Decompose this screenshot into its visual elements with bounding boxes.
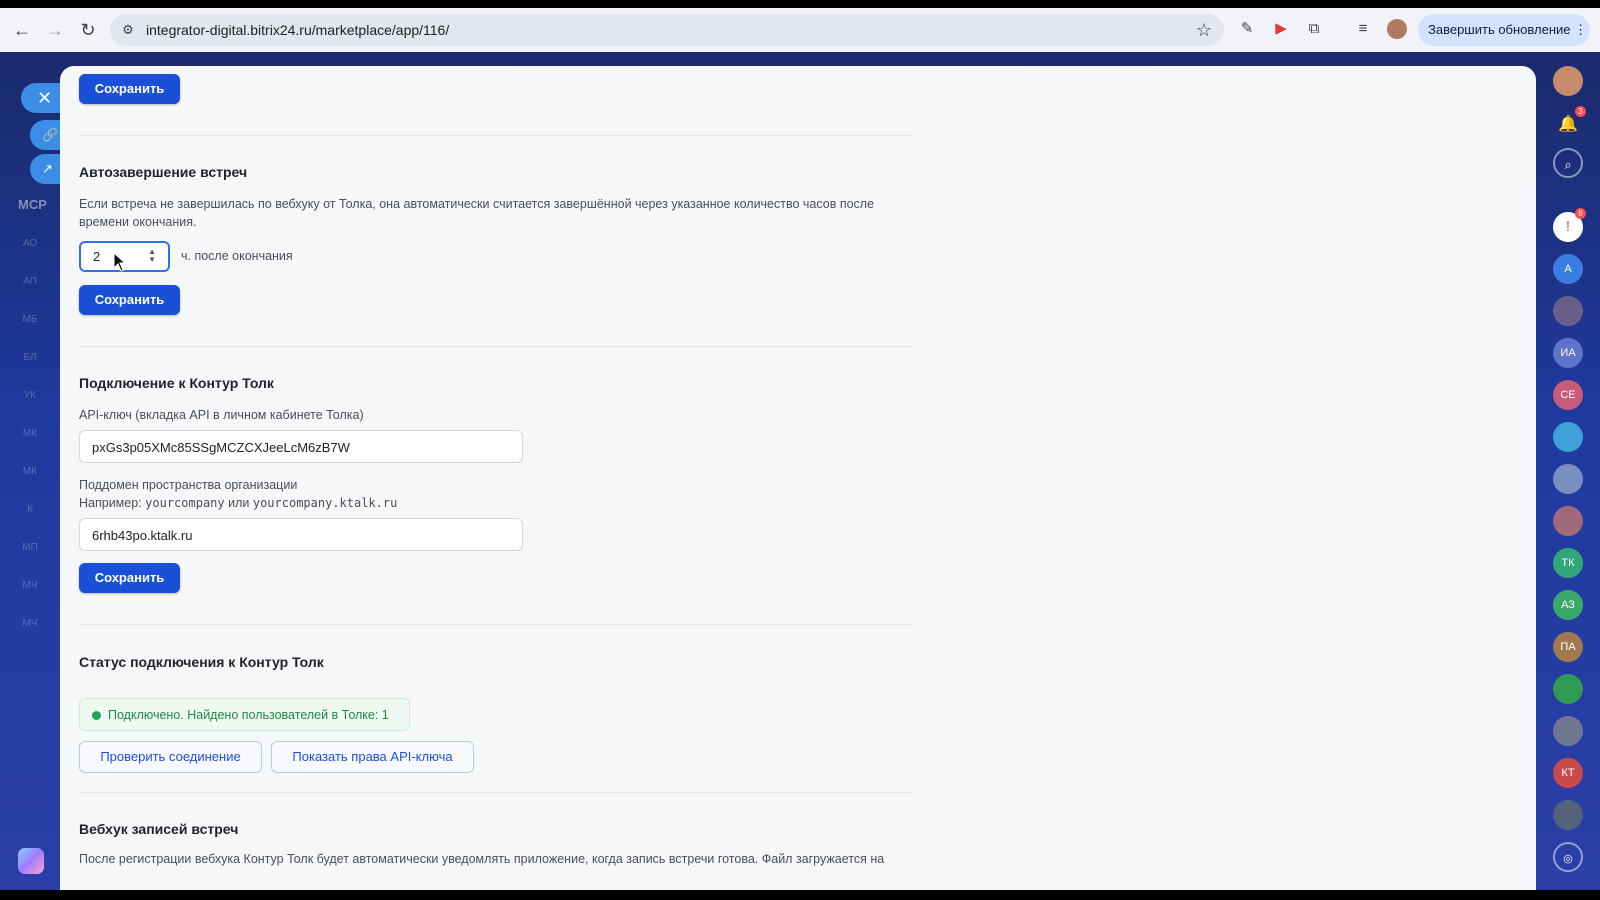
section-title-connection: Подключение к Контур Толк [79, 375, 274, 391]
chat-avatar[interactable]: ИА [1553, 338, 1583, 368]
rail-faded-label: БЛ [23, 352, 37, 363]
rail-faded-label: АО [22, 238, 38, 249]
rail-faded-label: МБ [22, 314, 38, 325]
video-call-icon[interactable] [1553, 674, 1583, 704]
rail-faded-label: К [27, 504, 33, 515]
chat-avatar[interactable] [1553, 506, 1583, 536]
stepper-arrows-icon[interactable]: ▲ ▼ [148, 248, 156, 264]
rail-faded-label: МП [22, 542, 38, 553]
example-value-2: yourcompany.ktalk.ru [252, 496, 398, 510]
right-sidebar: 🔔 3 ⌕ ! 8 А ИА СЕ ТК АЗ ПА КТ ◎ [1536, 52, 1600, 890]
chat-avatar[interactable]: ПА [1553, 632, 1583, 662]
user-avatar[interactable] [1553, 66, 1583, 96]
rail-faded-label: МЧ [22, 580, 38, 591]
chat-avatar[interactable]: КТ [1553, 758, 1583, 788]
chat-avatar[interactable]: ТК [1553, 548, 1583, 578]
chat-avatar[interactable]: А [1553, 254, 1583, 284]
counter-badge: 8 [1575, 208, 1586, 219]
hours-value: 2 [93, 249, 101, 264]
save-button[interactable]: Сохранить [79, 74, 180, 104]
chat-avatar[interactable] [1553, 464, 1583, 494]
site-settings-icon[interactable]: ⚙ [120, 22, 136, 38]
status-dot-icon [92, 711, 101, 720]
api-key-input[interactable]: pxGs3p05XMc85SSgMCZCXJeeLcM6zB7W [79, 430, 523, 463]
chat-avatar[interactable] [1553, 800, 1583, 830]
rail-faded-label: УК [23, 390, 37, 401]
webhook-description: После регистрации вебхука Контур Толк бу… [79, 852, 885, 866]
save-button[interactable]: Сохранить [79, 563, 180, 593]
chat-avatar[interactable] [1553, 716, 1583, 746]
divider [79, 346, 913, 347]
chat-avatar[interactable]: АЗ [1553, 590, 1583, 620]
save-button[interactable]: Сохранить [79, 285, 180, 315]
section-title-status: Статус подключения к Контур Толк [79, 654, 324, 670]
rail-faded-label: АП [23, 276, 37, 287]
chat-avatar[interactable]: СЕ [1553, 380, 1583, 410]
counter-icon[interactable]: ! 8 [1553, 208, 1586, 242]
chat-avatar[interactable] [1553, 422, 1583, 452]
check-connection-button[interactable]: Проверить соединение [79, 741, 262, 773]
notification-count-badge: 3 [1575, 106, 1586, 117]
help-icon[interactable]: ◎ [1553, 842, 1583, 872]
rail-faded-label: МЧ [22, 618, 38, 629]
subdomain-example: Например: yourcompany или yourcompany.kt… [79, 494, 397, 512]
connection-status-badge: Подключено. Найдено пользователей в Толк… [79, 698, 410, 731]
extensions-icon[interactable]: ⧉ [1304, 19, 1324, 39]
finish-update-button[interactable]: Завершить обновление ⋮ [1418, 14, 1590, 46]
rail-faded-label: МК [22, 428, 38, 439]
subdomain-label: Поддомен пространства организации [79, 478, 298, 492]
section-title-autocomplete: Автозавершение встреч [79, 164, 248, 180]
api-key-value: pxGs3p05XMc85SSgMCZCXJeeLcM6zB7W [92, 440, 350, 455]
forward-icon[interactable]: → [43, 18, 67, 42]
reload-icon[interactable]: ↻ [76, 18, 100, 42]
mouse-cursor-icon [113, 252, 127, 272]
pen-extension-icon[interactable]: ✎ [1237, 19, 1257, 39]
example-or: или [228, 496, 250, 510]
autocomplete-description-line1: Если встреча не завершилась по вебхуку о… [79, 197, 875, 211]
profile-avatar[interactable] [1387, 19, 1407, 39]
rail-faded-label: МК [22, 466, 38, 477]
example-value-1: yourcompany [145, 496, 225, 510]
app-slider-panel: Сохранить Автозавершение встреч Если вст… [60, 66, 1536, 890]
open-new-window-icon[interactable]: ↗ [30, 154, 62, 184]
media-controls-icon[interactable]: ≡ [1353, 19, 1373, 39]
status-message: Подключено. Найдено пользователей в Толк… [108, 708, 389, 722]
video-extension-icon[interactable]: ▶ [1271, 19, 1291, 39]
url-text: integrator-digital.bitrix24.ru/marketpla… [146, 22, 450, 38]
back-icon[interactable]: ← [10, 18, 34, 42]
divider [79, 792, 913, 793]
divider [79, 135, 913, 136]
copilot-logo-icon[interactable] [18, 848, 44, 874]
copy-link-icon[interactable]: 🔗 [30, 120, 62, 150]
subdomain-input[interactable]: 6rhb43po.ktalk.ru [79, 518, 523, 551]
subdomain-value: 6rhb43po.ktalk.ru [92, 528, 193, 543]
show-api-rights-button[interactable]: Показать права API-ключа [271, 741, 474, 773]
api-key-label: API-ключ (вкладка API в личном кабинете … [79, 408, 364, 422]
example-prefix: Например: [79, 496, 142, 510]
screen-bottom-edge [0, 890, 1600, 900]
rail-label-mcp: МСР [18, 197, 47, 212]
divider [79, 624, 913, 625]
bookmark-star-icon[interactable]: ☆ [1196, 20, 1212, 41]
bell-icon[interactable]: 🔔 3 [1553, 106, 1586, 140]
hours-suffix-label: ч. после окончания [181, 249, 293, 263]
close-slider-icon[interactable]: ✕ [21, 83, 65, 113]
browser-toolbar: ← → ↻ ⚙ integrator-digital.bitrix24.ru/m… [0, 0, 1600, 52]
autocomplete-description-line2: времени окончания. [79, 215, 197, 229]
section-title-webhook: Вебхук записей встреч [79, 821, 239, 837]
address-bar[interactable]: ⚙ integrator-digital.bitrix24.ru/marketp… [110, 14, 1224, 46]
chat-avatar[interactable] [1553, 296, 1583, 326]
search-chat-icon[interactable]: ⌕ [1553, 148, 1583, 178]
